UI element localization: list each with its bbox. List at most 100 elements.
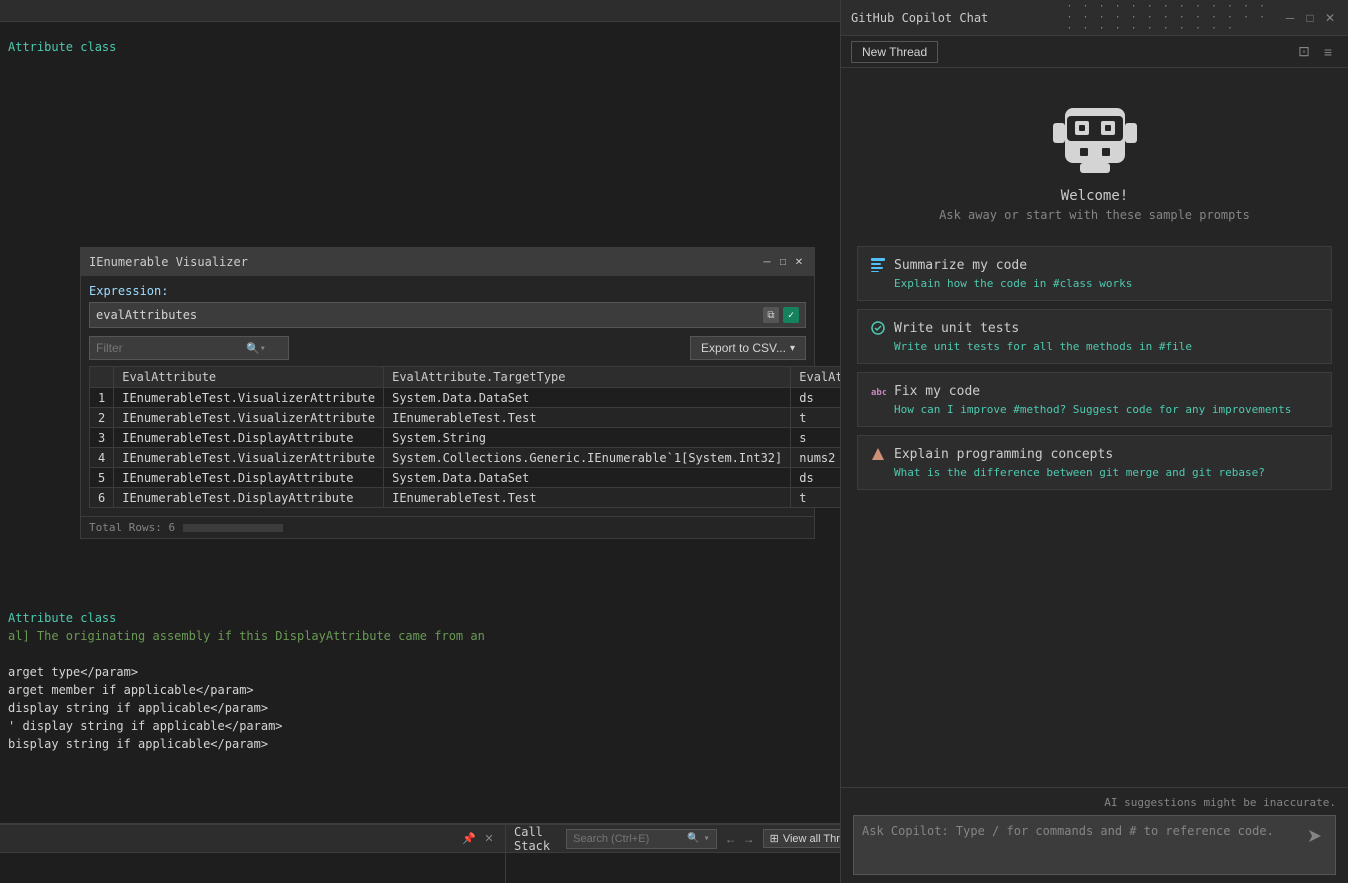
cell-col3: ds [791,388,840,408]
suggestion-card-fix-code[interactable]: abc Fix my code How can I improve #metho… [857,372,1332,427]
pin-button[interactable]: 📌 [461,831,477,847]
svg-text:abc: abc [871,388,886,398]
suggestion-card-unit-tests[interactable]: Write unit tests Write unit tests for al… [857,309,1332,364]
table-header-col3: EvalAttribute.TargetMember [791,367,840,388]
unit-tests-title: Write unit tests [894,321,1019,336]
top-bar [0,0,840,22]
table-row[interactable]: 2 IEnumerableTest.VisualizerAttribute IE… [90,408,841,428]
code-line [0,56,840,74]
cell-col3: t [791,408,840,428]
row-number: 3 [90,428,114,448]
copilot-logo [1045,88,1145,188]
explain-desc: What is the difference between git merge… [870,466,1319,479]
unit-tests-desc: Write unit tests for all the methods in … [870,340,1319,353]
confirm-icon[interactable]: ✓ [783,307,799,323]
suggestion-header: Summarize my code [870,257,1319,273]
dropdown-icon[interactable]: ▾ [704,833,710,844]
close-button[interactable]: ✕ [792,255,806,269]
code-line: Attribute class [0,38,840,56]
code-text: arget member if applicable</param> [8,683,254,697]
copilot-welcome-title: Welcome! [1061,188,1128,204]
copilot-welcome-subtitle: Ask away or start with these sample prom… [939,208,1250,222]
copilot-title-buttons: ─ □ ✕ [1282,10,1338,26]
suggestion-card-explain[interactable]: Explain programming concepts What is the… [857,435,1332,490]
ai-warning: AI suggestions might be inaccurate. [853,796,1336,809]
table-row[interactable]: 6 IEnumerableTest.DisplayAttribute IEnum… [90,488,841,508]
export-csv-button[interactable]: Export to CSV... [690,336,806,360]
table-row[interactable]: 1 IEnumerableTest.VisualizerAttribute Sy… [90,388,841,408]
copilot-restore-button[interactable]: □ [1302,10,1318,26]
chat-icon-button[interactable]: ⊡ [1294,42,1314,62]
copilot-input-box[interactable]: Ask Copilot: Type / for commands and # t… [853,815,1336,875]
table-row[interactable]: 4 IEnumerableTest.VisualizerAttribute Sy… [90,448,841,468]
filter-bar: 🔍 ▾ Export to CSV... [89,336,806,360]
copilot-chat-panel: GitHub Copilot Chat · · · · · · · · · · … [840,0,1348,883]
table-row[interactable]: 5 IEnumerableTest.DisplayAttribute Syste… [90,468,841,488]
copilot-send-button[interactable] [1303,824,1327,848]
back-button[interactable]: ← [723,832,739,846]
visualizer-content: Expression: evalAttributes ⧉ ✓ 🔍 ▾ Expor… [81,276,814,516]
close-panel-button[interactable]: ✕ [481,831,497,847]
fix-code-icon: abc [870,383,886,399]
callstack-toolbar: 🔍 ▾ ← → ⊞ View all Threads ⊡ Show Extern… [566,829,840,849]
data-table: EvalAttribute EvalAttribute.TargetType E… [89,366,840,508]
row-number: 1 [90,388,114,408]
copilot-main-content: Welcome! Ask away or start with these sa… [841,68,1348,787]
copilot-input-area: AI suggestions might be inaccurate. Ask … [841,787,1348,883]
row-number: 6 [90,488,114,508]
expression-input[interactable]: evalAttributes ⧉ ✓ [89,302,806,328]
copilot-window-title: GitHub Copilot Chat [851,11,1059,25]
table-header-col2: EvalAttribute.TargetType [384,367,791,388]
send-icon [1307,828,1323,844]
visualizer-footer: Total Rows: 6 [81,516,814,538]
table-row[interactable]: 3 IEnumerableTest.DisplayAttribute Syste… [90,428,841,448]
callstack-search-input[interactable] [573,833,683,845]
visualizer-title: IEnumerable Visualizer [89,255,248,269]
suggestion-card-summarize[interactable]: Summarize my code Explain how the code i… [857,246,1332,301]
copilot-input-placeholder: Ask Copilot: Type / for commands and # t… [862,824,1303,838]
panel-tab-bar: 📌 ✕ [0,825,505,853]
code-text: Attribute class [8,611,116,625]
copy-icon[interactable]: ⧉ [763,307,779,323]
settings-icon-button[interactable]: ≡ [1318,42,1338,62]
callstack-header: Call Stack 🔍 ▾ ← → ⊞ View all Threads ⊡ [506,825,840,853]
visualizer-window: IEnumerable Visualizer ─ □ ✕ Expression:… [80,247,815,539]
total-rows: Total Rows: 6 [89,521,175,534]
cell-col2: System.String [384,428,791,448]
visualizer-titlebar[interactable]: IEnumerable Visualizer ─ □ ✕ [81,248,814,276]
title-controls: ─ □ ✕ [760,255,806,269]
copilot-close-button[interactable]: ✕ [1322,10,1338,26]
cell-col3: ds [791,468,840,488]
copilot-minimize-button[interactable]: ─ [1282,10,1298,26]
cell-col2: System.Collections.Generic.IEnumerable`1… [384,448,791,468]
suggestion-header: Write unit tests [870,320,1319,336]
expression-icons: ⧉ ✓ [763,307,799,323]
cell-col1: IEnumerableTest.DisplayAttribute [114,468,384,488]
code-line: arget member if applicable</param> [0,681,840,699]
left-panel: Attribute class Attribute class al] The … [0,0,840,883]
threads-icon: ⊞ [770,832,779,845]
cell-col1: IEnumerableTest.DisplayAttribute [114,428,384,448]
forward-button[interactable]: → [741,832,757,846]
filter-input[interactable] [96,341,246,355]
footer-progress [183,524,283,532]
new-thread-button[interactable]: New Thread [851,41,938,63]
callstack-search[interactable]: 🔍 ▾ [566,829,716,849]
view-all-threads-button[interactable]: ⊞ View all Threads [763,829,840,848]
search-icon: 🔍 [687,833,699,844]
minimize-button[interactable]: ─ [760,255,774,269]
code-text: Attribute class [8,40,116,54]
row-number: 2 [90,408,114,428]
callstack-title: Call Stack [514,825,550,853]
cell-col1: IEnumerableTest.VisualizerAttribute [114,388,384,408]
cell-col1: IEnumerableTest.DisplayAttribute [114,488,384,508]
summarize-desc: Explain how the code in #class works [870,277,1319,290]
code-line: arget type</param> [0,663,840,681]
restore-button[interactable]: □ [776,255,790,269]
cell-col1: IEnumerableTest.VisualizerAttribute [114,408,384,428]
code-line [0,645,840,663]
expression-label: Expression: [89,284,806,298]
filter-input-wrap[interactable]: 🔍 ▾ [89,336,289,360]
dropdown-icon[interactable]: ▾ [260,343,266,354]
expression-value: evalAttributes [96,308,197,322]
